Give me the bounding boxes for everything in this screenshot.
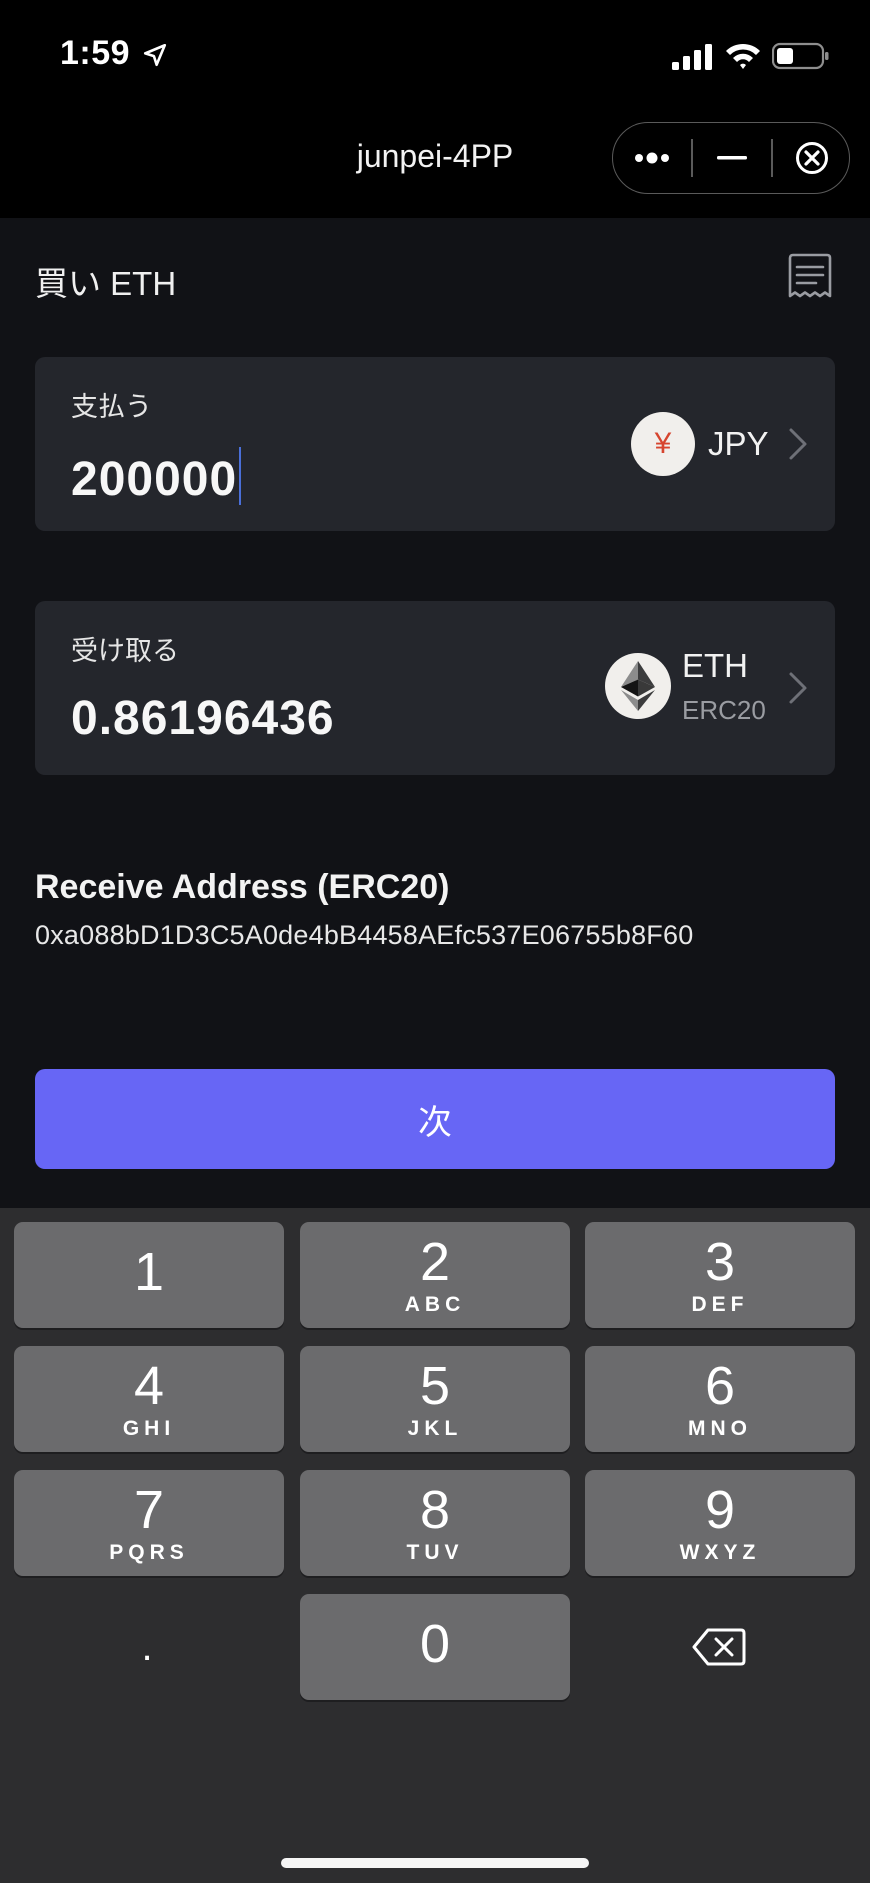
key-letters: ABC <box>404 1293 466 1316</box>
key-letters: JKL <box>407 1417 463 1440</box>
key-number: 8 <box>419 1480 451 1540</box>
backspace-icon <box>692 1628 746 1666</box>
pay-label: 支払う <box>71 392 152 422</box>
capsule-menu <box>612 122 850 194</box>
key-1[interactable]: 1 <box>14 1222 284 1328</box>
pay-amount-input[interactable]: 200000 <box>71 447 242 507</box>
key-0[interactable]: 0 <box>300 1594 570 1700</box>
receive-card[interactable]: 受け取る 0.86196436 ETH ERC20 <box>35 601 835 775</box>
chevron-right-icon[interactable] <box>787 670 809 706</box>
key-letters: PQRS <box>109 1541 189 1564</box>
key-number: 2 <box>419 1232 451 1292</box>
close-button[interactable] <box>773 123 851 193</box>
key-6[interactable]: 6 MNO <box>585 1346 855 1452</box>
more-dots-icon <box>635 152 669 164</box>
key-letters: TUV <box>406 1541 464 1564</box>
home-indicator[interactable] <box>281 1858 589 1868</box>
pay-amount-text: 200000 <box>71 453 238 506</box>
buy-content: 買い ETH 支払う 200000 ¥ JPY 受け取る 0.86196436 <box>0 218 870 1208</box>
receipt-icon[interactable] <box>786 252 834 300</box>
key-2[interactable]: 2 ABC <box>300 1222 570 1328</box>
chevron-right-icon[interactable] <box>787 426 809 462</box>
yen-symbol: ¥ <box>654 427 672 460</box>
receive-currency-code[interactable]: ETH <box>682 647 748 685</box>
receive-address-title: Receive Address (ERC20) <box>35 868 450 906</box>
jpy-coin-icon: ¥ <box>631 412 695 476</box>
key-number: 9 <box>704 1480 736 1540</box>
location-arrow-icon <box>143 43 167 67</box>
key-5[interactable]: 5 JKL <box>300 1346 570 1452</box>
cellular-signal-icon <box>672 44 712 70</box>
wifi-icon <box>726 43 760 69</box>
key-letters: GHI <box>122 1417 176 1440</box>
next-button[interactable]: 次 <box>35 1069 835 1169</box>
key-3[interactable]: 3 DEF <box>585 1222 855 1328</box>
receive-network: ERC20 <box>682 695 766 725</box>
key-number: 0 <box>419 1614 451 1674</box>
status-bar: 1:59 <box>0 0 870 110</box>
ethereum-logo-icon <box>621 661 655 711</box>
key-number: 5 <box>419 1356 451 1416</box>
key-letters: MNO <box>688 1417 752 1440</box>
receive-amount: 0.86196436 <box>71 692 335 745</box>
delete-key[interactable] <box>584 1594 854 1700</box>
key-number: 1 <box>133 1242 165 1302</box>
numeric-keyboard: 1 2 ABC 3 DEF 4 GHI 5 JKL 6 MNO 7 PQRS 8 TUV 9W… <box>0 1208 870 1883</box>
pay-card[interactable]: 支払う 200000 ¥ JPY <box>35 357 835 531</box>
key-letters: DEF <box>691 1293 749 1316</box>
key-letters: WXYZ <box>679 1541 761 1564</box>
more-button[interactable] <box>613 123 691 193</box>
key-9[interactable]: 9 WXYZ <box>585 1470 855 1576</box>
status-time: 1:59 <box>60 34 131 72</box>
minimize-icon <box>717 156 747 160</box>
key-decimal[interactable]: . <box>12 1594 282 1700</box>
key-8[interactable]: 8 TUV <box>300 1470 570 1576</box>
key-number: 3 <box>704 1232 736 1292</box>
key-4[interactable]: 4 GHI <box>14 1346 284 1452</box>
text-caret <box>239 447 242 505</box>
pay-currency-code[interactable]: JPY <box>708 425 769 463</box>
key-number: 4 <box>133 1356 165 1416</box>
key-number: 7 <box>133 1480 165 1540</box>
receive-address-value: 0xa088bD1D3C5A0de4bB4458AEfc537E06755b8F… <box>35 920 694 950</box>
key-7[interactable]: 7 PQRS <box>14 1470 284 1576</box>
minimize-button[interactable] <box>693 123 771 193</box>
key-number: 6 <box>704 1356 736 1416</box>
page-title: 買い ETH <box>35 265 177 302</box>
nav-bar: junpei-4PP <box>0 110 870 218</box>
battery-icon <box>772 42 829 70</box>
eth-coin-icon <box>605 653 671 719</box>
close-circle-icon <box>796 142 828 174</box>
receive-label: 受け取る <box>71 636 179 666</box>
